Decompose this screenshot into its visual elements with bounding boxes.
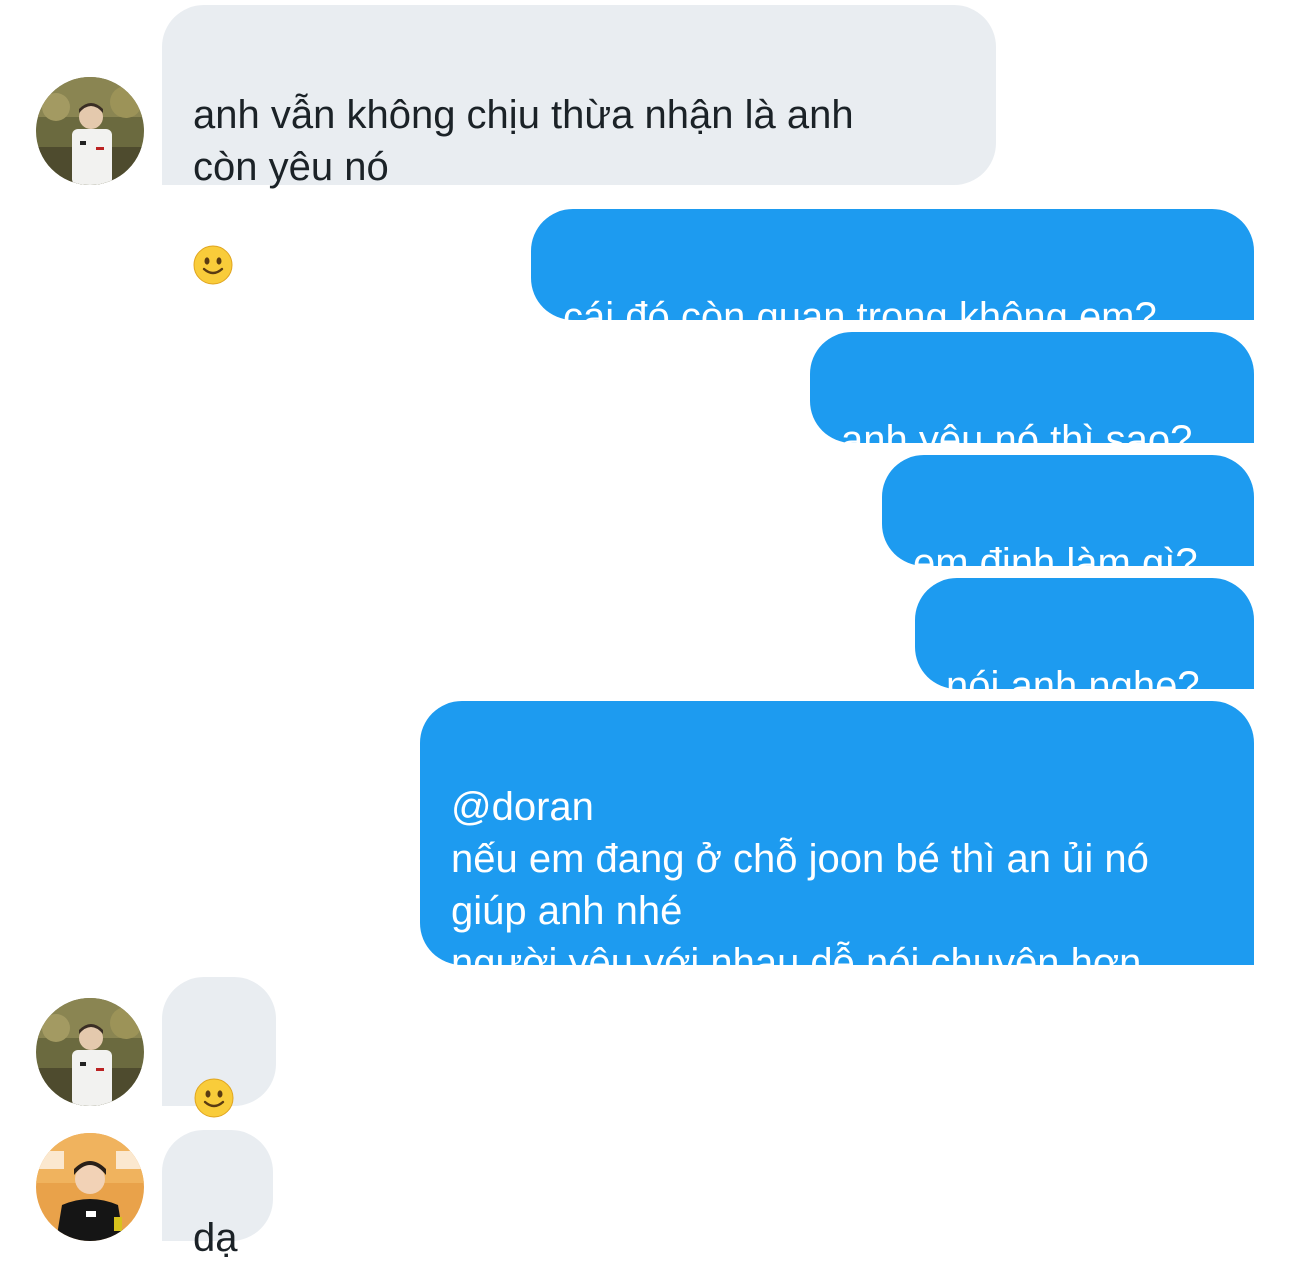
message-text: anh vẫn không chịu thừa nhận là anh còn … [193,93,854,189]
message-bubble-incoming[interactable]: dạ [162,1130,273,1260]
avatar[interactable] [36,1133,144,1241]
avatar[interactable] [36,77,144,185]
message-bubble-incoming[interactable] [162,977,276,1118]
avatar[interactable] [36,998,144,1106]
avatar-photo [36,998,144,1106]
message-bubble-outgoing[interactable]: em định làm gì? [882,455,1254,585]
slightly-smiling-face-icon [194,1026,234,1131]
message-bubble-outgoing[interactable]: cái đó còn quan trọng không em? [531,209,1254,339]
slightly-smiling-face-icon [193,193,233,298]
avatar-photo [36,77,144,185]
message-text: @doran nếu em đang ở chỗ joon bé thì an … [451,785,1149,985]
message-bubble-incoming[interactable]: anh vẫn không chịu thừa nhận là anh còn … [162,5,996,285]
message-bubble-outgoing[interactable]: anh yêu nó thì sao? [810,332,1254,462]
message-bubble-outgoing[interactable]: @doran nếu em đang ở chỗ joon bé thì an … [420,701,1254,985]
avatar-photo [36,1133,144,1241]
message-bubble-outgoing[interactable]: nói anh nghe? [915,578,1254,708]
message-text: dạ [193,1216,238,1260]
